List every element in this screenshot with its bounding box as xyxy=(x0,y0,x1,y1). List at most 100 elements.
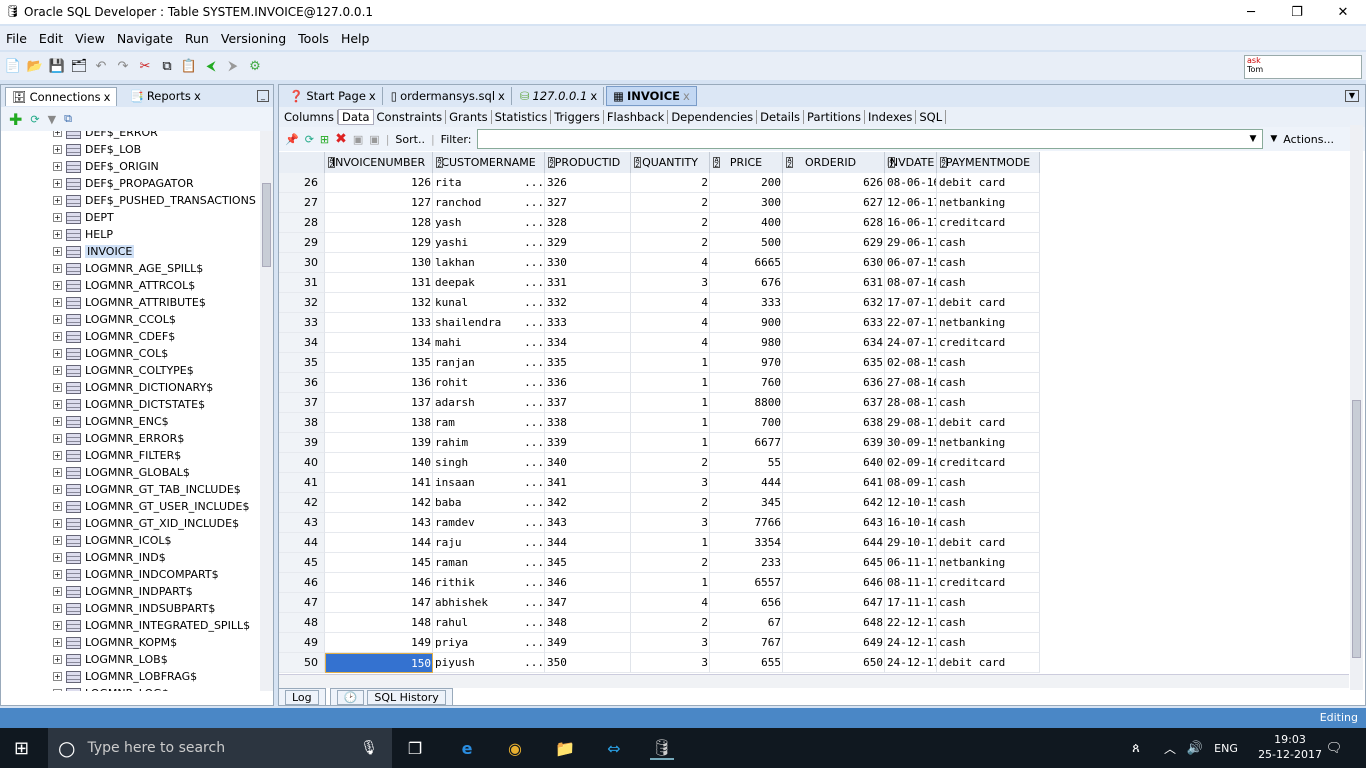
column-header[interactable]: A Z INVOICENUMBER xyxy=(325,152,433,173)
sort-icon[interactable]: AZ xyxy=(436,157,443,169)
tree-item[interactable]: + DEF$_ORIGIN xyxy=(53,158,159,175)
edit-ellipsis-button[interactable]: ... xyxy=(524,176,544,189)
table-cell[interactable]: 331 xyxy=(545,273,631,293)
tree-item[interactable]: + LOGMNR_CCOL$ xyxy=(53,311,176,328)
table-cell[interactable]: 637 xyxy=(783,393,885,413)
chrome-icon[interactable]: ◉ xyxy=(503,736,527,760)
table-cell[interactable]: debit card xyxy=(937,413,1040,433)
table-cell[interactable]: 3354 xyxy=(710,533,783,553)
table-cell[interactable]: 16-06-17 xyxy=(885,213,937,233)
menu-file[interactable]: File xyxy=(0,31,33,46)
tree-scrollbar[interactable] xyxy=(260,131,273,691)
expand-icon[interactable]: + xyxy=(53,553,62,562)
table-cell[interactable]: 330 xyxy=(545,253,631,273)
table-row[interactable]: 47 147 abhishek... 347 4 656 647 17-11-17 cash xyxy=(279,593,1040,613)
menu-view[interactable]: View xyxy=(69,31,111,46)
edit-ellipsis-button[interactable]: ... xyxy=(524,456,544,469)
column-header[interactable]: A Z INVDATE xyxy=(885,152,937,173)
table-cell[interactable]: priya... xyxy=(433,633,545,653)
task-view-icon[interactable]: ❐ xyxy=(403,736,427,760)
table-cell[interactable]: 133 xyxy=(325,313,433,333)
table-cell[interactable]: 1 xyxy=(631,573,710,593)
save-icon[interactable]: 💾 xyxy=(48,57,66,75)
table-cell[interactable]: 135 xyxy=(325,353,433,373)
edit-ellipsis-button[interactable]: ... xyxy=(524,396,544,409)
expand-icon[interactable]: + xyxy=(53,247,62,256)
table-row[interactable]: 42 142 baba... 342 2 345 642 12-10-15 cash xyxy=(279,493,1040,513)
table-cell[interactable]: cash xyxy=(937,493,1040,513)
table-cell[interactable]: 337 xyxy=(545,393,631,413)
column-header[interactable]: A Z PRODUCTID xyxy=(545,152,631,173)
table-cell[interactable]: debit card xyxy=(937,533,1040,553)
table-cell[interactable]: 641 xyxy=(783,473,885,493)
edit-ellipsis-button[interactable]: ... xyxy=(524,616,544,629)
table-cell[interactable]: 700 xyxy=(710,413,783,433)
table-cell[interactable]: cash xyxy=(937,373,1040,393)
table-row[interactable]: 50 150 piyush... 350 3 655 650 24-12-17 debit ca… xyxy=(279,653,1040,673)
table-row[interactable]: 43 143 ramdev... 343 3 7766 643 16-10-16 cash xyxy=(279,513,1040,533)
table-row[interactable]: 38 138 ram... 338 1 700 638 29-08-17 debit card xyxy=(279,413,1040,433)
table-cell[interactable]: 28-08-17 xyxy=(885,393,937,413)
table-cell[interactable]: 12-10-15 xyxy=(885,493,937,513)
scrollbar-thumb[interactable] xyxy=(262,183,271,267)
table-cell[interactable]: ranchod... xyxy=(433,193,545,213)
table-cell[interactable]: 638 xyxy=(783,413,885,433)
table-cell[interactable]: 141 xyxy=(325,473,433,493)
freeze-view-icon[interactable]: 📌 xyxy=(285,133,299,146)
table-cell[interactable]: 138 xyxy=(325,413,433,433)
menu-tools[interactable]: Tools xyxy=(292,31,335,46)
table-cell[interactable]: 06-07-15 xyxy=(885,253,937,273)
table-cell[interactable]: 17-11-17 xyxy=(885,593,937,613)
expand-icon[interactable]: + xyxy=(53,366,62,375)
table-cell[interactable]: 1 xyxy=(631,533,710,553)
subtab-statistics[interactable]: Statistics xyxy=(492,110,552,124)
column-header[interactable]: A Z CUSTOMERNAME xyxy=(433,152,545,173)
edit-ellipsis-button[interactable]: ... xyxy=(524,276,544,289)
table-cell[interactable]: 130 xyxy=(325,253,433,273)
table-cell[interactable]: 24-07-17 xyxy=(885,333,937,353)
tree-item[interactable]: + LOGMNR_GT_XID_INCLUDE$ xyxy=(53,515,239,532)
tree-item[interactable]: + DEF$_LOB xyxy=(53,141,141,158)
table-cell[interactable]: 643 xyxy=(783,513,885,533)
table-cell[interactable]: 2 xyxy=(631,453,710,473)
table-cell[interactable]: 27-08-16 xyxy=(885,373,937,393)
expand-icon[interactable]: + xyxy=(53,383,62,392)
table-cell[interactable]: 767 xyxy=(710,633,783,653)
table-cell[interactable]: 333 xyxy=(545,313,631,333)
table-cell[interactable]: 327 xyxy=(545,193,631,213)
subtab-details[interactable]: Details xyxy=(757,110,805,124)
table-cell[interactable]: 149 xyxy=(325,633,433,653)
table-cell[interactable]: 08-07-16 xyxy=(885,273,937,293)
table-cell[interactable]: 147 xyxy=(325,593,433,613)
table-cell[interactable]: debit card xyxy=(937,173,1040,193)
table-cell[interactable]: 970 xyxy=(710,353,783,373)
table-cell[interactable]: rahim... xyxy=(433,433,545,453)
table-cell[interactable]: 16-10-16 xyxy=(885,513,937,533)
table-cell[interactable]: 200 xyxy=(710,173,783,193)
table-cell[interactable]: 148 xyxy=(325,613,433,633)
table-cell[interactable]: 341 xyxy=(545,473,631,493)
table-cell[interactable]: rohit... xyxy=(433,373,545,393)
table-cell[interactable]: 02-09-16 xyxy=(885,453,937,473)
expand-icon[interactable]: + xyxy=(53,468,62,477)
tree-item[interactable]: + LOGMNR_ATTRCOL$ xyxy=(53,277,195,294)
table-cell[interactable]: rahul... xyxy=(433,613,545,633)
expand-icon[interactable]: + xyxy=(53,451,62,460)
table-cell[interactable]: 8800 xyxy=(710,393,783,413)
table-cell[interactable]: 126 xyxy=(325,173,433,193)
tree-item[interactable]: + LOGMNR_GLOBAL$ xyxy=(53,464,190,481)
windows-start-icon[interactable]: ⊞ xyxy=(14,738,29,759)
table-cell[interactable]: 140 xyxy=(325,453,433,473)
sort-icon[interactable]: AZ xyxy=(940,157,947,169)
table-cell[interactable]: 640 xyxy=(783,453,885,473)
table-row[interactable]: 41 141 insaan... 341 3 444 641 08-09-17 cash xyxy=(279,473,1040,493)
table-cell[interactable]: cash xyxy=(937,513,1040,533)
tree-item[interactable]: + INVOICE xyxy=(53,243,135,260)
table-cell[interactable]: 626 xyxy=(783,173,885,193)
tree-item[interactable]: + LOGMNR_DICTIONARY$ xyxy=(53,379,213,396)
tree-item[interactable]: + LOGMNR_KOPM$ xyxy=(53,634,177,651)
table-cell[interactable]: 24-12-17 xyxy=(885,653,937,673)
table-cell[interactable]: 1 xyxy=(631,413,710,433)
table-cell[interactable]: netbanking xyxy=(937,193,1040,213)
table-cell[interactable]: 632 xyxy=(783,293,885,313)
